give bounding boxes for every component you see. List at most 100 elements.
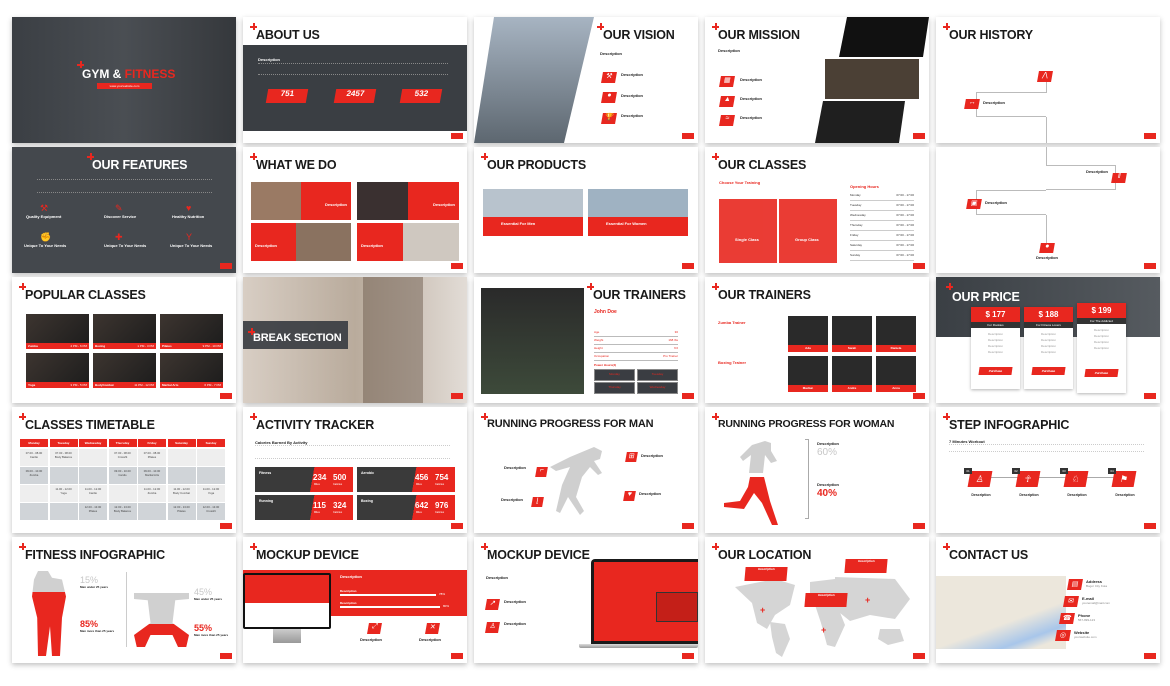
activity-calories-label: Calories [333, 511, 343, 514]
slide-our-trainers-profile[interactable]: OUR TRAINERS John Doe Age 30 Weight 168 lbs… [474, 277, 698, 403]
feature-label: Healthy Nutrition [172, 214, 205, 219]
timetable-header: Wednesday [79, 439, 107, 447]
slide-running-man[interactable]: RUNNING PROGRESS FOR MAN ⌐ ⊞ ♥ ⌊ Descrip… [474, 407, 698, 533]
field-label: Occupation [594, 354, 610, 358]
trophy-icon: 🏆 [601, 113, 617, 124]
activity-miles: 234 [313, 473, 327, 482]
class-name: Martial Arts [162, 383, 179, 387]
slide-our-trainers-team[interactable]: OUR TRAINERS Zumba Trainer Boxing Traine… [705, 277, 929, 403]
mission-desc-label: Description [718, 48, 741, 53]
purchase-button[interactable]: Purchase [978, 367, 1013, 375]
slide-popular-classes[interactable]: POPULAR CLASSES Zumba 4 PM - 6 PM Boxing 1 … [12, 277, 236, 403]
class-name: Yoga [28, 383, 36, 387]
activity-card: Boxing 642 Miles 976 Calories [357, 495, 455, 520]
timetable-cell: 07.00 - 08.00 Cardio [20, 449, 48, 466]
timetable: Monday Tuesday Wednesday Thursday Friday Satu… [20, 439, 228, 521]
slide-our-vision[interactable]: OUR VISION Description ⚒ Description ● D… [474, 17, 698, 143]
cover-title-a: GYM & [82, 67, 125, 81]
history-item: Description [983, 100, 1006, 105]
contact-icon: ◎ [1055, 630, 1071, 641]
fitness-stat-pct: 15% [80, 575, 99, 585]
activity-name: Aerobic [361, 471, 375, 475]
trainer-fields: Age 30 Weight 168 lbs Height 6'2 Occupation Pro… [594, 329, 678, 361]
plan-feature: Description [987, 350, 1003, 354]
person-icon: ♙ [485, 622, 500, 633]
trainer-field-row: Age 30 [594, 329, 678, 337]
history-line [1046, 117, 1047, 143]
plan-price: $ 188 [1024, 307, 1073, 322]
slide-our-mission[interactable]: OUR MISSION Description ▦ Description ▲ … [705, 17, 929, 143]
page-number [220, 263, 232, 269]
timetable-cell: 09.00 - 10.00 Cardio [108, 467, 137, 484]
timetable-header: Sunday [197, 439, 225, 447]
field-value: 6'2 [674, 346, 678, 350]
trainer-field-row: Weight 168 lbs [594, 337, 678, 345]
slide-what-we-do[interactable]: WHAT WE DO Description Description Descr… [243, 147, 467, 273]
page-number [220, 653, 232, 659]
slide-our-location[interactable]: OUR LOCATION Description Description Des… [705, 537, 929, 663]
slide-classes-timetable[interactable]: CLASSES TIMETABLE Monday Tuesday Wednesday… [12, 407, 236, 533]
field-label: Age [594, 330, 600, 334]
kettlebell-icon: ● [1039, 243, 1055, 253]
slide-our-history-2[interactable]: ‖ Description ▣ Description ● Descriptio… [936, 147, 1160, 273]
hours-list: Monday 07:00 - 17:00 Tuesday 07:00 - 17:00 W… [850, 191, 914, 261]
slide-break-section[interactable]: BREAK SECTION [243, 277, 467, 403]
trainer-card: Daniela [876, 316, 916, 352]
timetable-cell: 12.00 - 13.00 Pilates [79, 503, 107, 520]
slide-about-us[interactable]: ABOUT US Description 751 2457 532 [243, 17, 467, 143]
about-desc-label: Description [258, 57, 281, 62]
slide-mockup-laptop[interactable]: MOCKUP DEVICE Description ↗ Description … [474, 537, 698, 663]
step-number: 03 [1060, 468, 1068, 474]
slide-our-features[interactable]: OUR FEATURES ⚒ Quality Equipment ✎ Disco… [12, 147, 236, 273]
schedule-grid: Monday Tuesday Thursday Wednesday [594, 369, 678, 395]
purchase-button[interactable]: Purchase [1084, 369, 1119, 377]
history-item: Description [985, 200, 1008, 205]
purchase-button[interactable]: Purchase [1031, 367, 1066, 375]
schedule-cell: Tuesday [637, 369, 678, 381]
slide-our-price[interactable]: OUR PRICE $ 177 For Rookies Description Des… [936, 277, 1160, 403]
trainer-name: Ada [788, 345, 828, 352]
slide-step-infographic[interactable]: STEP INFOGRAPHIC 7 Minutes Workout ♙ 01 De… [936, 407, 1160, 533]
slide-our-classes[interactable]: OUR CLASSES Choose Your Training Single … [705, 147, 929, 273]
slide-cover[interactable]: GYM & FITNESS www.yourwebsite.com [12, 17, 236, 143]
plan-feature: Description [1093, 334, 1109, 338]
activity-name: Boxing [361, 499, 373, 503]
slide-our-products[interactable]: OUR PRODUCTS Essential For Men Essential… [474, 147, 698, 273]
slide-mockup-monitor[interactable]: MOCKUP DEVICE Description Description 78… [243, 537, 467, 663]
price-plans: $ 177 For Rookies Description Description De… [971, 303, 1131, 397]
trophy-icon: Y [186, 232, 193, 242]
plan-feature: Description [1040, 338, 1056, 342]
timetable-cell: 11.00 - 12.00 Yoga [49, 485, 78, 502]
woman-stat-label: Description [817, 482, 840, 487]
timetable-header: Saturday [167, 439, 196, 447]
activity-card: Running 115 Miles 324 Calories [255, 495, 353, 520]
classes-grid: Zumba 4 PM - 6 PM Boxing 1 PM - 3 PM Pilates… [26, 314, 224, 389]
running-item: Description [641, 453, 664, 458]
cover-url: www.yourwebsite.com [97, 83, 152, 89]
slide-running-woman[interactable]: RUNNING PROGRESS FOR WOMAN Description 6… [705, 407, 929, 533]
mission-photo-1 [839, 17, 929, 57]
laptop-screen [591, 559, 698, 644]
class-card: Yoga 3 PM - 5 PM [26, 353, 89, 388]
shoe-icon: ⌐ [535, 467, 548, 477]
activity-miles: 642 [415, 501, 429, 510]
slide-our-history[interactable]: OUR HISTORY ⋀ ↔ Description [936, 17, 1160, 143]
activity-calories-label: Calories [333, 483, 343, 486]
location-pin-label: Description [804, 593, 848, 607]
divider [126, 572, 127, 647]
slide-fitness-infographic[interactable]: FITNESS INFOGRAPHIC 15% Man under 25 yea… [12, 537, 236, 663]
chart-icon: ↗ [485, 599, 500, 610]
feature-label: Unique To Your Needs [24, 243, 67, 248]
laptop-desc: Description [486, 575, 509, 580]
activity-miles: 456 [415, 473, 429, 482]
slide-contact-us[interactable]: CONTACT US ▤ Address Bogor City Kota ✉ E-mai… [936, 537, 1160, 663]
page-number [1144, 393, 1156, 399]
slide-activity-tracker[interactable]: ACTIVITY TRACKER Calories Burned By Acti… [243, 407, 467, 533]
steps: ♙ 01 Description ☥ 02 Description ♘ 03 Descripti… [961, 465, 1151, 520]
feature-label: Quality Equipment [26, 214, 62, 219]
hours-time: 07:00 - 17:00 [896, 213, 914, 217]
step-label: Description [1067, 493, 1087, 497]
location-pin-label: Description [844, 559, 888, 573]
hours-time: 07:00 - 17:00 [896, 243, 914, 247]
slide-title: ABOUT US [256, 28, 320, 42]
